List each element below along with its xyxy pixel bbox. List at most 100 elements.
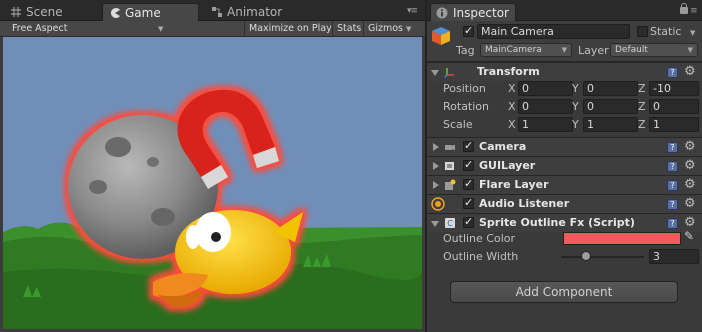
foldout-expanded-icon[interactable] — [431, 70, 439, 76]
gear-icon[interactable]: ⚙ — [684, 215, 696, 230]
camera-icon — [445, 144, 455, 151]
layer-value: Default — [615, 45, 648, 55]
slider-handle[interactable] — [580, 251, 591, 261]
chevron-down-icon[interactable]: ▼ — [690, 29, 695, 37]
position-x-field[interactable]: 0 — [518, 81, 573, 96]
camera-title: Camera — [479, 140, 527, 153]
gear-icon[interactable]: ⚙ — [684, 196, 696, 211]
scene-grid-icon — [11, 7, 21, 17]
scale-x-field[interactable]: 1 — [518, 117, 573, 132]
position-z-label: Z — [638, 82, 646, 95]
stats-toggle[interactable]: Stats — [332, 21, 365, 37]
script-icon: C — [445, 218, 455, 228]
tag-value: MainCamera — [485, 45, 542, 55]
rotation-z-field[interactable]: 0 — [649, 99, 699, 114]
transform-component-header[interactable]: Transform ? ⚙ — [427, 62, 702, 81]
gear-icon[interactable]: ⚙ — [684, 139, 696, 154]
scale-y-label: Y — [572, 118, 579, 131]
game-view-panel: Scene Game Animator ▾≡ Free Aspect ▼ Max… — [0, 0, 425, 332]
position-x-label: X — [508, 82, 516, 95]
static-checkbox[interactable] — [637, 26, 648, 37]
game-toolbar: Free Aspect ▼ Maximize on Play Stats Giz… — [0, 21, 425, 37]
help-book-icon[interactable]: ? — [667, 199, 678, 210]
add-component-button[interactable]: Add Component — [450, 281, 678, 303]
chevron-down-icon: ▼ — [158, 25, 164, 33]
camera-component-header[interactable]: Camera ? ⚙ — [427, 137, 702, 156]
game-scene-render — [3, 37, 422, 329]
foldout-collapsed-icon[interactable] — [433, 162, 439, 170]
tab-game-label: Game — [125, 6, 161, 20]
rotation-y-label: Y — [572, 100, 579, 113]
layer-dropdown[interactable]: Default ▼ — [610, 43, 698, 57]
eyedropper-icon[interactable]: ✎ — [684, 229, 694, 243]
object-name-input[interactable]: Main Camera — [477, 24, 630, 39]
help-book-icon[interactable]: ? — [667, 67, 678, 78]
gear-icon[interactable]: ⚙ — [684, 158, 696, 173]
gear-icon[interactable]: ⚙ — [684, 177, 696, 192]
guilayer-title: GUILayer — [479, 159, 536, 172]
chevron-down-icon: ▼ — [687, 46, 693, 54]
tab-inspector[interactable]: Inspector — [430, 3, 516, 21]
foldout-collapsed-icon[interactable] — [433, 143, 439, 151]
tab-scene[interactable]: Scene — [4, 3, 74, 21]
flare-enabled-checkbox[interactable] — [463, 177, 474, 190]
help-book-icon[interactable]: ? — [667, 161, 678, 172]
tab-scene-label: Scene — [26, 5, 63, 19]
guilayer-enabled-checkbox[interactable] — [463, 158, 474, 171]
game-pacman-icon — [111, 8, 120, 18]
sprite-outline-title: Sprite Outline Fx (Script) — [479, 216, 635, 229]
rotation-x-field[interactable]: 0 — [518, 99, 573, 114]
chevron-down-icon: ▼ — [406, 25, 412, 33]
chevron-down-icon: ▼ — [561, 46, 567, 54]
help-book-icon[interactable]: ? — [667, 218, 678, 229]
inspector-tab-bar: Inspector ≡ — [427, 0, 702, 21]
tab-game[interactable]: Game — [102, 3, 199, 21]
position-label: Position — [443, 82, 486, 95]
position-y-field[interactable]: 0 — [583, 81, 638, 96]
layer-label: Layer — [578, 44, 609, 57]
tag-label: Tag — [456, 44, 475, 57]
foldout-expanded-icon[interactable] — [431, 221, 439, 227]
scale-x-label: X — [508, 118, 516, 131]
outline-width-slider[interactable] — [561, 251, 644, 261]
audio-listener-enabled-checkbox[interactable] — [463, 196, 474, 209]
maximize-on-play-toggle[interactable]: Maximize on Play — [244, 21, 336, 37]
guilayer-component-header[interactable]: GUILayer ? ⚙ — [427, 156, 702, 175]
flare-layer-title: Flare Layer — [479, 178, 549, 191]
rotation-label: Rotation — [443, 100, 490, 113]
lock-icon[interactable] — [680, 3, 688, 14]
left-tab-bar: Scene Game Animator ▾≡ — [0, 0, 425, 21]
gameobject-header: Main Camera Static ▼ Tag MainCamera ▼ Lay… — [427, 21, 702, 62]
help-book-icon[interactable]: ? — [667, 142, 678, 153]
tab-inspector-label: Inspector — [453, 6, 509, 20]
gizmos-dropdown[interactable]: Gizmos ▼ — [363, 21, 415, 37]
active-checkbox[interactable] — [463, 24, 474, 37]
position-z-field[interactable]: -10 — [649, 81, 699, 96]
rotation-y-field[interactable]: 0 — [583, 99, 638, 114]
scale-y-field[interactable]: 1 — [583, 117, 638, 132]
sprite-outline-enabled-checkbox[interactable] — [463, 215, 474, 228]
flare-layer-component-header[interactable]: Flare Layer ? ⚙ — [427, 175, 702, 194]
animator-icon — [212, 7, 222, 17]
guilayer-icon — [445, 162, 454, 170]
scale-z-field[interactable]: 1 — [649, 117, 699, 132]
tab-animator[interactable]: Animator — [205, 3, 285, 21]
panel-menu-icon[interactable]: ▾≡ — [407, 6, 418, 16]
panel-menu-icon[interactable]: ≡ — [690, 6, 697, 16]
transform-title: Transform — [477, 65, 540, 78]
outline-width-field[interactable]: 3 — [649, 249, 699, 264]
tab-animator-label: Animator — [227, 5, 283, 19]
foldout-collapsed-icon[interactable] — [433, 181, 439, 189]
audio-listener-component-header[interactable]: Audio Listener ? ⚙ — [427, 194, 702, 213]
camera-enabled-checkbox[interactable] — [463, 139, 474, 152]
tag-dropdown[interactable]: MainCamera ▼ — [480, 43, 572, 57]
help-book-icon[interactable]: ? — [667, 180, 678, 191]
game-viewport[interactable] — [3, 37, 422, 329]
gear-icon[interactable]: ⚙ — [684, 64, 696, 79]
outline-color-swatch[interactable] — [563, 232, 681, 245]
flare-layer-icon — [445, 179, 456, 190]
rotation-z-label: Z — [638, 100, 646, 113]
audio-listener-title: Audio Listener — [479, 197, 570, 210]
aspect-dropdown[interactable]: Free Aspect ▼ — [8, 21, 168, 37]
sprite-outline-component-header[interactable]: C Sprite Outline Fx (Script) ? ⚙ — [427, 213, 702, 232]
